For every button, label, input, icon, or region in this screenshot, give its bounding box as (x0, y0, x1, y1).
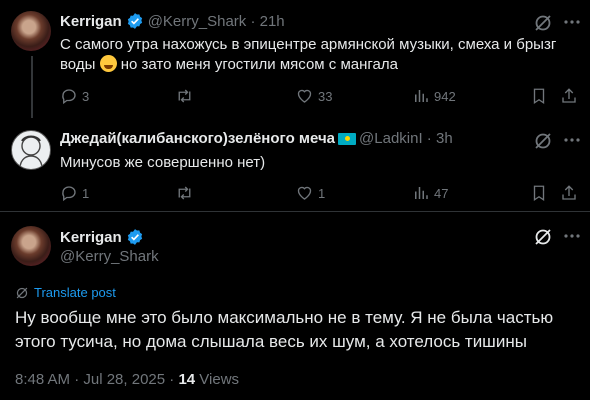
author-name-row: Kerrigan (60, 228, 148, 246)
post-text: Минусов же совершенно нет) (60, 154, 266, 171)
verified-badge-icon (126, 228, 144, 246)
view-count: 47 (434, 185, 449, 201)
post-text: С самого утра нахожусь в эпицентре армян… (60, 35, 565, 75)
views-button[interactable]: 47 (412, 184, 448, 202)
like-count: 1 (318, 185, 326, 201)
repost-icon (178, 89, 191, 103)
views-label: Views (199, 371, 240, 388)
reply-count: 1 (82, 185, 90, 201)
avatar[interactable] (11, 130, 51, 170)
bookmark-icon (533, 88, 545, 105)
action-bar: 3 33 942 (60, 87, 580, 107)
grinning-sweat-emoji-icon (99, 55, 117, 72)
reply-button[interactable]: 3 (60, 87, 89, 105)
grok-icon (16, 287, 28, 298)
repost-button[interactable] (175, 184, 198, 202)
more-options-icon[interactable] (563, 13, 581, 31)
repost-icon (178, 186, 191, 200)
reply-count: 3 (82, 88, 90, 104)
avatar[interactable] (11, 226, 51, 266)
views-icon (415, 187, 428, 199)
post-time[interactable]: 21h (260, 13, 285, 30)
verified-badge-icon (126, 12, 144, 30)
post-time[interactable]: 3h (436, 130, 453, 147)
post-timestamp[interactable]: 8:48 AM · Jul 28, 2025 · (15, 371, 174, 388)
author-name[interactable]: Джедай(калибанского)зелёного меча (60, 130, 335, 147)
thread-line (31, 56, 33, 118)
views-count: 14 (178, 371, 196, 388)
author-name[interactable]: Kerrigan (60, 13, 122, 30)
bookmark-button[interactable] (530, 184, 548, 202)
tweet-reply-1[interactable]: Kerrigan @Kerry_Shark · 21h С самого утр… (0, 0, 590, 118)
translate-label[interactable]: Translate post (34, 285, 116, 300)
views-icon (415, 90, 428, 102)
post-text: Ну вообще мне это было максимально не в … (15, 308, 554, 351)
share-button[interactable] (560, 87, 578, 105)
like-button[interactable]: 1 (295, 184, 325, 202)
bookmark-button[interactable] (530, 87, 548, 105)
author-handle[interactable]: @Kerry_Shark (148, 13, 247, 30)
like-count: 33 (318, 88, 333, 104)
action-bar: 1 1 47 (60, 184, 580, 204)
repost-button[interactable] (175, 87, 198, 105)
reply-icon (62, 186, 76, 202)
more-options-icon[interactable] (563, 131, 581, 149)
kazakhstan-flag-icon (338, 132, 357, 145)
heart-icon (297, 89, 312, 103)
share-icon (562, 88, 576, 103)
author-handle[interactable]: @Kerry_Shark (60, 248, 159, 265)
tweet-reply-2[interactable]: Джедай(калибанского)зелёного меча @Ladki… (0, 118, 590, 212)
share-icon (562, 185, 576, 200)
dot-separator: · (422, 130, 436, 147)
tweet-header: Kerrigan @Kerry_Shark · 21h (60, 12, 285, 30)
sketch-portrait-icon (19, 135, 43, 168)
dot-separator: · (246, 12, 260, 30)
bookmark-icon (533, 185, 545, 202)
reply-button[interactable]: 1 (60, 184, 89, 202)
views-button[interactable]: 942 (412, 87, 456, 105)
share-button[interactable] (560, 184, 578, 202)
author-handle-row: @Kerry_Shark (60, 248, 159, 265)
author-handle[interactable]: @LadkinI (359, 130, 423, 147)
post-meta: 8:48 AM · Jul 28, 2025 · 14 Views (15, 371, 239, 388)
tweet-header: Джедай(калибанского)зелёного меча @Ladki… (60, 130, 453, 147)
view-count: 942 (434, 88, 456, 104)
grok-icon[interactable] (533, 227, 553, 247)
grok-icon[interactable] (533, 13, 553, 33)
avatar[interactable] (11, 11, 51, 51)
like-button[interactable]: 33 (295, 87, 332, 105)
translate-post-link[interactable]: Translate post (15, 285, 116, 300)
grok-icon[interactable] (533, 131, 553, 151)
reply-icon (62, 89, 76, 105)
more-options-icon[interactable] (563, 227, 581, 245)
heart-icon (297, 186, 312, 200)
author-name[interactable]: Kerrigan (60, 229, 122, 246)
post-text-part-2: но зато меня угостили мясом с мангала (120, 56, 398, 73)
